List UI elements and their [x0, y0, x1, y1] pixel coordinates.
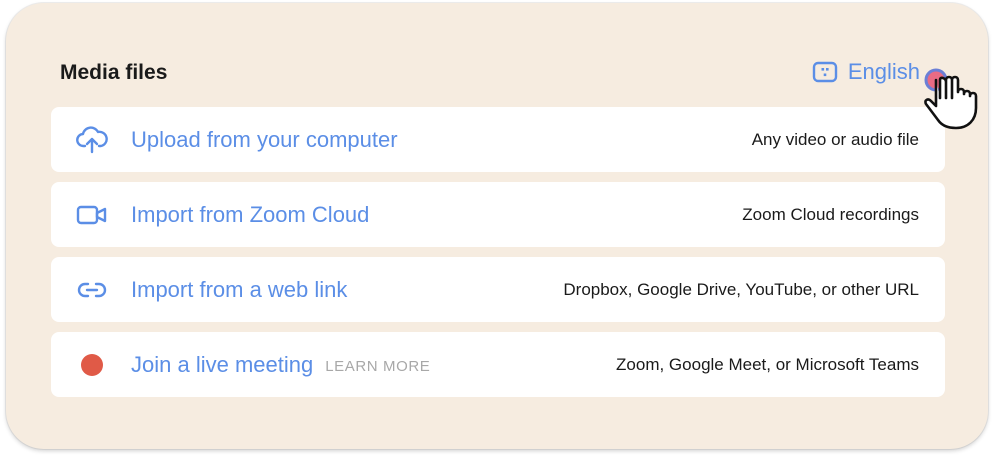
option-label: Import from a web link — [131, 276, 348, 302]
hand-pointer-cursor-icon — [916, 62, 988, 134]
language-selector[interactable]: English — [812, 59, 920, 85]
language-icon — [812, 60, 838, 84]
language-label: English — [847, 59, 920, 84]
media-files-card: Media files English Upload from your com… — [6, 3, 988, 449]
learn-more-link[interactable]: LEARN MORE — [325, 358, 430, 375]
option-label: Join a live meeting — [131, 351, 314, 377]
import-web-link-option[interactable]: Import from a web link Dropbox, Google D… — [51, 257, 945, 322]
link-icon — [75, 273, 109, 307]
option-label: Import from Zoom Cloud — [131, 201, 370, 227]
option-description: Zoom, Google Meet, or Microsoft Teams — [616, 354, 919, 374]
option-description: Zoom Cloud recordings — [742, 204, 919, 224]
card-title: Media files — [60, 61, 168, 84]
option-description: Any video or audio file — [751, 129, 919, 149]
cloud-upload-icon — [75, 123, 109, 157]
option-label: Upload from your computer — [131, 126, 398, 152]
upload-from-computer-option[interactable]: Upload from your computer Any video or a… — [51, 107, 945, 172]
video-camera-icon — [75, 198, 109, 232]
option-description: Dropbox, Google Drive, YouTube, or other… — [563, 279, 919, 299]
record-dot-icon — [75, 348, 109, 382]
import-options-list: Upload from your computer Any video or a… — [51, 107, 945, 407]
join-live-meeting-option[interactable]: Join a live meeting LEARN MORE Zoom, Goo… — [51, 332, 945, 397]
import-zoom-cloud-option[interactable]: Import from Zoom Cloud Zoom Cloud record… — [51, 182, 945, 247]
